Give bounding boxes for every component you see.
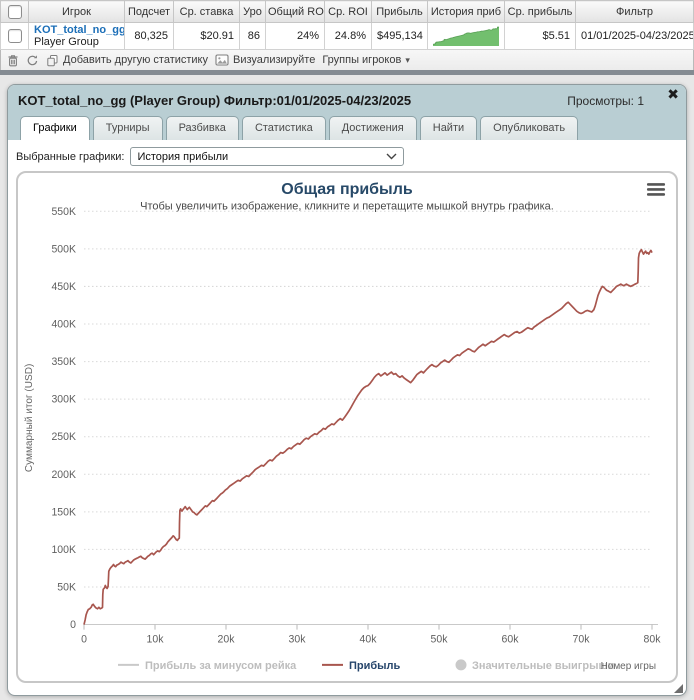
x-tick-label: 60k: [502, 634, 520, 646]
player-stats-pane: Игрок Подсчет Ср. ставка Уро Общий ROI Ср. RO…: [0, 0, 694, 75]
visualize-button[interactable]: Визуализируйте: [215, 54, 315, 66]
panel-body: Выбранные графики: История прибыли Общая…: [8, 140, 686, 683]
refresh-icon: [27, 54, 38, 65]
caret-down-icon: ▾: [405, 54, 410, 65]
y-tick-label: 0: [70, 619, 76, 631]
profit-history-cell: [427, 22, 505, 50]
profit-sparkline: [433, 26, 499, 46]
column-header-3[interactable]: Ср. ставка: [173, 0, 240, 23]
column-header-2[interactable]: Подсчет: [124, 0, 174, 23]
x-tick-label: 40k: [360, 634, 378, 646]
table-header-row: Игрок Подсчет Ср. ставка Уро Общий ROI Ср. RO…: [0, 0, 694, 23]
profit-chart-container: Общая прибыль Чтобы увеличить изображение…: [16, 171, 678, 683]
player-cell: KOT_total_no_gg Player Group: [28, 22, 125, 50]
player-groups-label: Группы игроков: [322, 54, 402, 66]
x-tick-label: 50k: [431, 634, 449, 646]
y-tick-label: 400K: [51, 318, 76, 330]
tab-достижения[interactable]: Достижения: [328, 116, 417, 140]
y-tick-label: 300K: [51, 394, 76, 406]
legend-label: Значительные выигрыши: [472, 660, 615, 672]
panel-title: KOT_total_no_gg (Player Group) Фильтр:01…: [18, 93, 412, 108]
column-header-6[interactable]: Ср. ROI: [324, 0, 372, 23]
count-cell: 80,325: [124, 22, 174, 50]
profit-chart-svg[interactable]: Общая прибыль Чтобы увеличить изображение…: [18, 173, 676, 681]
y-tick-label: 550K: [51, 206, 76, 218]
y-tick-label: 500K: [51, 243, 76, 255]
chart-subtitle: Чтобы увеличить изображение, кликните и …: [140, 200, 554, 212]
player-groups-dropdown[interactable]: Группы игроков ▾: [322, 54, 410, 66]
image-icon: [215, 54, 229, 66]
legend-item-2[interactable]: Прибыль: [322, 660, 400, 672]
avg-profit-cell: $5.51: [504, 22, 576, 50]
close-icon[interactable]: ✖: [667, 87, 679, 101]
avg-roi-cell: 24.8%: [324, 22, 372, 50]
select-all-checkbox[interactable]: [7, 4, 22, 19]
legend-item-3[interactable]: Значительные выигрыши: [455, 659, 615, 672]
legend-label: Прибыль за минусом рейка: [145, 660, 297, 672]
copy-icon: [47, 54, 58, 66]
x-tick-label: 10k: [147, 634, 165, 646]
y-tick-label: 100K: [51, 544, 76, 556]
column-header-8[interactable]: История приб: [427, 0, 505, 23]
y-tick-label: 200K: [51, 469, 76, 481]
panel-tabs: Графики Турниры Разбивка Статистика Достижен…: [18, 116, 676, 140]
select-all-header[interactable]: [0, 0, 29, 23]
row-select-cell[interactable]: [0, 22, 29, 50]
column-header-4[interactable]: Уро: [239, 0, 266, 23]
selected-graphs-label: Выбранные графики:: [16, 150, 125, 163]
legend-label: Прибыль: [349, 660, 400, 672]
views-counter: Просмотры: 1: [567, 94, 644, 108]
legend-item-1[interactable]: Прибыль за минусом рейка: [118, 660, 297, 672]
tab-опубликовать[interactable]: Опубликовать: [480, 116, 579, 140]
avg-stake-cell: $20.91: [173, 22, 240, 50]
column-header-7[interactable]: Прибыль: [371, 0, 428, 23]
resize-grip-icon[interactable]: [674, 684, 683, 693]
chart-menu-icon[interactable]: [647, 183, 665, 196]
x-tick-label: 30k: [289, 634, 307, 646]
add-statistic-button[interactable]: Добавить другую статистику: [46, 54, 208, 67]
player-name-link[interactable]: KOT_total_no_gg: [34, 24, 124, 36]
x-tick-label: 80k: [644, 634, 662, 646]
table-toolbar: Добавить другую статистику Визуализируйт…: [0, 50, 694, 70]
chart-title: Общая прибыль: [281, 180, 413, 198]
delete-button[interactable]: [7, 54, 19, 67]
refresh-button[interactable]: [26, 54, 39, 67]
y-tick-label: 50K: [57, 581, 76, 593]
column-header-5[interactable]: Общий ROI: [265, 0, 325, 23]
graph-select-value: История прибыли: [137, 150, 229, 163]
tab-турниры[interactable]: Турниры: [92, 116, 163, 140]
add-statistic-label: Добавить другую статистику: [63, 54, 208, 66]
chevron-down-icon: [386, 153, 397, 160]
level-cell: 86: [239, 22, 266, 50]
y-axis-title: Суммарный итог (USD): [24, 364, 35, 472]
player-detail-panel: ✖ KOT_total_no_gg (Player Group) Фильтр:…: [7, 84, 687, 696]
player-stats-table: Игрок Подсчет Ср. ставка Уро Общий ROI Ср. RO…: [0, 0, 694, 50]
tab-статистика[interactable]: Статистика: [241, 116, 326, 140]
tab-графики[interactable]: Графики: [20, 116, 90, 140]
x-tick-label: 20k: [218, 634, 236, 646]
player-group-label: Player Group: [34, 36, 99, 48]
x-tick-label: 0: [81, 634, 87, 646]
tab-разбивка[interactable]: Разбивка: [165, 116, 239, 140]
x-tick-label: 70k: [573, 634, 591, 646]
column-header-10[interactable]: Фильтр: [575, 0, 694, 23]
y-tick-label: 250K: [51, 431, 76, 443]
panel-header: ✖ KOT_total_no_gg (Player Group) Фильтр:…: [8, 85, 686, 140]
visualize-label: Визуализируйте: [233, 54, 316, 66]
column-header-9[interactable]: Ср. прибыль: [504, 0, 576, 23]
graph-type-select[interactable]: История прибыли: [130, 147, 405, 166]
x-axis-title: Номер игры: [601, 661, 656, 672]
filter-cell: 01/01/2025-04/23/2025: [575, 22, 694, 50]
y-tick-label: 150K: [51, 506, 76, 518]
row-checkbox[interactable]: [7, 29, 22, 43]
tab-найти[interactable]: Найти: [419, 116, 478, 140]
total-roi-cell: 24%: [265, 22, 325, 50]
profit-cell: $495,134: [371, 22, 428, 50]
legend-marker-circle: [455, 659, 467, 671]
trash-icon: [8, 54, 18, 66]
table-row: KOT_total_no_gg Player Group 80,325 $20.…: [0, 22, 694, 50]
y-tick-label: 350K: [51, 356, 76, 368]
y-tick-label: 450K: [51, 281, 76, 293]
column-header-1[interactable]: Игрок: [28, 0, 125, 23]
